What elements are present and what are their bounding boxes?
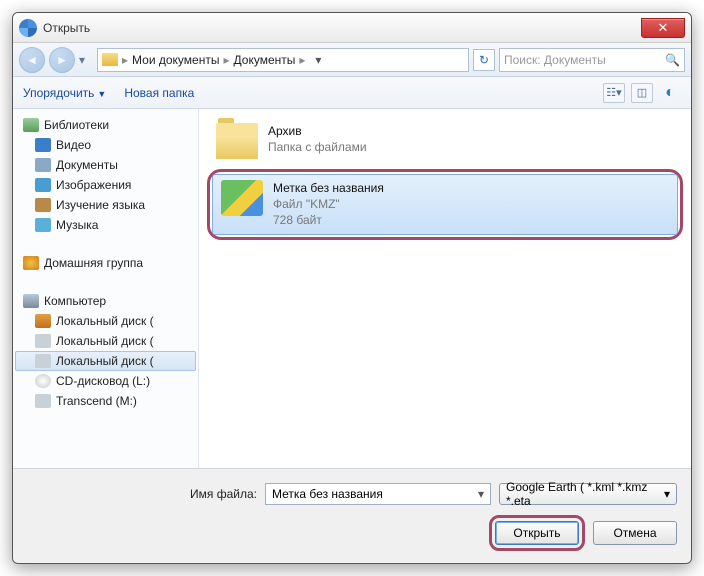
drive-icon (35, 394, 51, 408)
drive-icon (35, 314, 51, 328)
refresh-button[interactable]: ↻ (473, 49, 495, 71)
images-icon (35, 178, 51, 192)
annotation-callout: Открыть (489, 515, 585, 551)
help-icon[interactable]: ◐ (659, 83, 681, 103)
file-type: Папка с файлами (268, 139, 367, 155)
music-icon (35, 218, 51, 232)
app-icon (19, 19, 37, 37)
tree-images[interactable]: Изображения (15, 175, 196, 195)
address-dropdown[interactable]: ▾ (309, 53, 327, 67)
organize-button[interactable]: Упорядочить▼ (23, 86, 106, 100)
tree-transcend[interactable]: Transcend (M:) (15, 391, 196, 411)
file-size: 728 байт (273, 212, 384, 228)
tree-computer[interactable]: Компьютер (15, 291, 196, 311)
folder-icon (35, 198, 51, 212)
window-title: Открыть (43, 21, 90, 35)
back-button[interactable]: ◄ (19, 47, 45, 73)
chevron-right-icon: ▸ (122, 53, 128, 67)
libraries-icon (23, 118, 39, 132)
file-item-kmz[interactable]: Метка без названия Файл "KMZ" 728 байт (212, 174, 678, 235)
forward-button[interactable]: ► (49, 47, 75, 73)
tree-drive-2[interactable]: Локальный диск ( (15, 351, 196, 371)
drive-icon (35, 334, 51, 348)
search-icon: 🔍 (665, 53, 680, 67)
tree-music[interactable]: Музыка (15, 215, 196, 235)
documents-icon (35, 158, 51, 172)
annotation-callout: Метка без названия Файл "KMZ" 728 байт (207, 169, 683, 240)
tree-cd-drive[interactable]: CD-дисковод (L:) (15, 371, 196, 391)
homegroup-icon (23, 256, 39, 270)
toolbar: Упорядочить▼ Новая папка ☷▾ ◫ ◐ (13, 77, 691, 109)
tree-drive-c[interactable]: Локальный диск ( (15, 311, 196, 331)
search-placeholder: Поиск: Документы (504, 53, 606, 67)
open-file-dialog: Открыть ✕ ◄ ► ▾ ▸ Мои документы ▸ Докуме… (12, 12, 692, 564)
filter-label: Google Earth ( *.kml *.kmz *.eta (506, 480, 664, 508)
tree-study[interactable]: Изучение языка (15, 195, 196, 215)
folder-icon (102, 53, 118, 66)
file-name: Метка без названия (273, 180, 384, 196)
address-bar[interactable]: ▸ Мои документы ▸ Документы ▸ ▾ (97, 48, 469, 72)
body-area: Библиотеки Видео Документы Изображения И… (13, 109, 691, 468)
filename-input[interactable]: Метка без названия ▾ (265, 483, 491, 505)
file-type-filter[interactable]: Google Earth ( *.kml *.kmz *.eta ▾ (499, 483, 677, 505)
video-icon (35, 138, 51, 152)
chevron-down-icon[interactable]: ▾ (478, 487, 484, 501)
tree-libraries[interactable]: Библиотеки (15, 115, 196, 135)
chevron-down-icon: ▾ (664, 487, 670, 501)
tree-videos[interactable]: Видео (15, 135, 196, 155)
view-mode-button[interactable]: ☷▾ (603, 83, 625, 103)
titlebar: Открыть ✕ (13, 13, 691, 43)
breadcrumb-level1[interactable]: Мои документы (132, 53, 219, 67)
bottom-pane: Имя файла: Метка без названия ▾ Google E… (13, 468, 691, 563)
kmz-file-icon (221, 180, 263, 216)
open-button[interactable]: Открыть (495, 521, 579, 545)
file-item-folder[interactable]: Архив Папка с файлами (207, 117, 683, 165)
drive-icon (35, 354, 51, 368)
file-type: Файл "KMZ" (273, 196, 384, 212)
nav-bar: ◄ ► ▾ ▸ Мои документы ▸ Документы ▸ ▾ ↻ … (13, 43, 691, 77)
cd-icon (35, 374, 51, 388)
preview-pane-button[interactable]: ◫ (631, 83, 653, 103)
close-button[interactable]: ✕ (641, 18, 685, 38)
computer-icon (23, 294, 39, 308)
tree-documents[interactable]: Документы (15, 155, 196, 175)
folder-icon (216, 123, 258, 159)
chevron-right-icon: ▸ (299, 53, 305, 67)
breadcrumb-level2[interactable]: Документы (234, 53, 296, 67)
search-input[interactable]: Поиск: Документы 🔍 (499, 48, 685, 72)
nav-tree: Библиотеки Видео Документы Изображения И… (13, 109, 199, 468)
nav-history-dropdown[interactable]: ▾ (79, 53, 93, 67)
filename-value: Метка без названия (272, 487, 383, 501)
tree-homegroup[interactable]: Домашняя группа (15, 253, 196, 273)
filename-label: Имя файла: (27, 487, 257, 501)
new-folder-button[interactable]: Новая папка (124, 86, 194, 100)
file-list: Архив Папка с файлами Метка без названия… (199, 109, 691, 468)
tree-drive-1[interactable]: Локальный диск ( (15, 331, 196, 351)
file-name: Архив (268, 123, 367, 139)
cancel-button[interactable]: Отмена (593, 521, 677, 545)
chevron-right-icon: ▸ (223, 53, 229, 67)
